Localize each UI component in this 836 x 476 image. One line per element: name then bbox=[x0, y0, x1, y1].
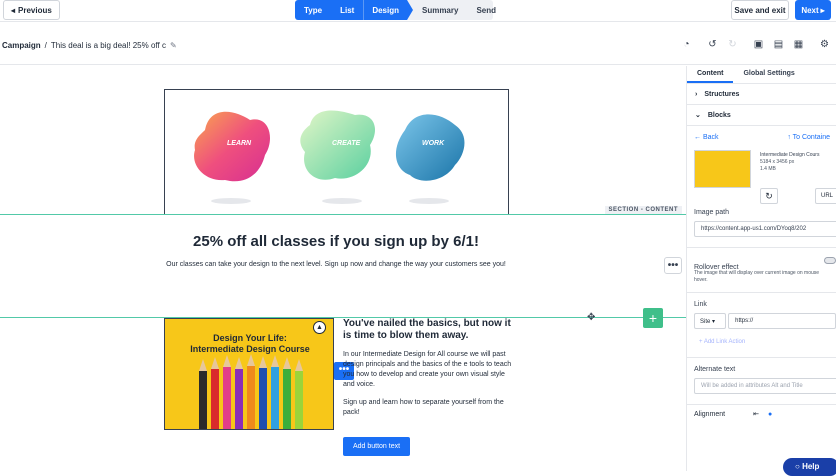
panel-nav-row: ← Back ↑ To Containe bbox=[687, 126, 836, 141]
link-row: Site ▾ https:// bbox=[694, 313, 836, 329]
blobs-illustration bbox=[194, 110, 465, 204]
rollover-toggle[interactable] bbox=[824, 257, 836, 264]
image-icon[interactable]: ▣ bbox=[753, 39, 764, 50]
image-thumbnail[interactable] bbox=[694, 150, 751, 188]
help-label: Help bbox=[802, 462, 820, 471]
blob-label-work: WORK bbox=[422, 140, 445, 147]
editor-tools: ◔ ↺ ↻ ▣ ▤ ▦ ⚙ bbox=[681, 39, 830, 50]
step-navigator: Type List Design Summary Send bbox=[295, 0, 496, 20]
rollover-row: Rollover effect bbox=[687, 248, 836, 271]
chevron-right-icon: ▸ bbox=[820, 5, 825, 15]
blobs-image[interactable]: LEARN CREATE WORK bbox=[164, 89, 509, 215]
pencils-illustration bbox=[199, 354, 303, 429]
blocks-accordion[interactable]: ⌄ Blocks bbox=[687, 105, 836, 126]
next-label: Next bbox=[801, 5, 819, 15]
alignment-row: Alignment ⇤ ● bbox=[687, 405, 836, 423]
save-template-icon[interactable]: ▦ bbox=[793, 39, 804, 50]
two-column-block: ▲ Design Your Life: Intermediate Design … bbox=[164, 318, 511, 468]
undo-icon[interactable]: ↺ bbox=[707, 39, 718, 50]
chevron-down-icon: ⌄ bbox=[695, 112, 701, 119]
replace-image-icon[interactable]: ↻ bbox=[760, 188, 778, 204]
blob-label-create: CREATE bbox=[332, 140, 361, 147]
campaign-link[interactable]: Campaign bbox=[2, 41, 41, 50]
tab-content[interactable]: Content bbox=[687, 66, 734, 83]
move-cursor-icon: ✥ bbox=[587, 312, 596, 323]
add-button-text-button[interactable]: Add button text bbox=[343, 437, 410, 456]
link-label: Link bbox=[694, 301, 707, 308]
section-body-text[interactable]: Our classes can take your design to the … bbox=[160, 260, 512, 270]
blocks-label: Blocks bbox=[707, 111, 731, 119]
alt-text-placeholder: Will be added in attributes Alt and Titl… bbox=[701, 383, 803, 389]
more-options-button[interactable]: ••• bbox=[664, 257, 682, 274]
next-button[interactable]: Next ▸ bbox=[795, 0, 831, 20]
tab-global-settings[interactable]: Global Settings bbox=[733, 66, 804, 83]
back-link[interactable]: ← Back bbox=[694, 134, 719, 141]
to-container-label: To Containe bbox=[792, 134, 830, 141]
redo-icon[interactable]: ↻ bbox=[727, 39, 738, 50]
step-send[interactable]: Send bbox=[467, 0, 505, 20]
image-file-dims: 5184 x 3456 px bbox=[760, 159, 795, 165]
to-container-link[interactable]: ↑ To Containe bbox=[787, 134, 830, 141]
image-file-name: Intermediate Design Cours bbox=[760, 152, 820, 158]
alt-text-input[interactable]: Will be added in attributes Alt and Titl… bbox=[694, 378, 836, 394]
speed-icon[interactable]: ◔ bbox=[681, 39, 692, 50]
content-section[interactable]: SECTION - CONTENT 25% off all classes if… bbox=[0, 206, 686, 318]
preview-icon[interactable]: ▤ bbox=[773, 39, 784, 50]
image-path-label: Image path bbox=[694, 209, 730, 216]
top-toolbar: ◂ Previous Type List Design Summary Send… bbox=[0, 0, 836, 22]
campaign-bar: Campaign / This deal is a big deal! 25% … bbox=[0, 29, 836, 65]
chevron-left-icon: ◂ bbox=[11, 5, 16, 15]
section-headline[interactable]: 25% off all classes if you sign up by 6/… bbox=[0, 233, 672, 250]
alt-text-label: Alternate text bbox=[694, 366, 736, 373]
panel-tabs: Content Global Settings bbox=[687, 66, 836, 84]
previous-button[interactable]: ◂ Previous bbox=[3, 0, 60, 20]
url-button[interactable]: URL bbox=[815, 188, 836, 204]
section-tag: SECTION - CONTENT bbox=[604, 206, 682, 214]
text-column-title: You've nailed the basics, but now it is … bbox=[343, 318, 511, 341]
image-path-input[interactable]: https://content.app-us1.com/DYoq8/202 bbox=[694, 221, 836, 237]
save-and-exit-button[interactable]: Save and exit bbox=[731, 0, 789, 20]
settings-panel: Content Global Settings › Structures ⌄ B… bbox=[686, 66, 836, 471]
structures-label: Structures bbox=[704, 90, 740, 98]
text-column-paragraph-1: In our Intermediate Design for All cours… bbox=[343, 351, 512, 388]
course-image[interactable]: ▲ Design Your Life: Intermediate Design … bbox=[164, 318, 334, 430]
help-button[interactable]: ○ Help bbox=[783, 458, 836, 476]
add-block-button[interactable]: + bbox=[643, 308, 663, 328]
rollover-label: Rollover effect bbox=[694, 264, 739, 271]
link-url-input[interactable]: https:// bbox=[728, 313, 836, 329]
breadcrumb: Campaign / This deal is a big deal! 25% … bbox=[2, 41, 177, 50]
link-type-select[interactable]: Site ▾ bbox=[694, 313, 727, 329]
link-type-value: Site bbox=[700, 319, 711, 325]
step-design[interactable]: Design bbox=[363, 0, 413, 20]
blob-label-learn: LEARN bbox=[227, 140, 252, 147]
chevron-right-icon: › bbox=[695, 90, 698, 98]
settings-gear-icon[interactable]: ⚙ bbox=[819, 39, 830, 50]
text-column-paragraph-2: Sign up and learn how to separate yourse… bbox=[343, 399, 504, 416]
breadcrumb-separator: / bbox=[44, 41, 47, 50]
step-summary[interactable]: Summary bbox=[413, 0, 467, 20]
help-icon: ○ bbox=[795, 462, 800, 471]
text-column[interactable]: You've nailed the basics, but now it is … bbox=[343, 318, 513, 418]
alignment-label: Alignment bbox=[694, 410, 726, 418]
back-label: Back bbox=[702, 134, 719, 141]
image-file-row: Intermediate Design Cours 5184 x 3456 px… bbox=[687, 141, 836, 209]
structures-accordion[interactable]: › Structures bbox=[687, 84, 836, 105]
email-canvas: LEARN CREATE WORK SECTION - CONTENT 25% … bbox=[0, 66, 686, 471]
step-type[interactable]: Type bbox=[295, 0, 332, 20]
align-center-icon[interactable]: ● bbox=[768, 411, 772, 418]
align-left-icon[interactable]: ⇤ bbox=[753, 410, 759, 418]
image-file-size: 1.4 MB bbox=[760, 166, 776, 172]
add-link-action-button[interactable]: + Add Link Action bbox=[687, 329, 836, 345]
previous-label: Previous bbox=[18, 5, 52, 15]
campaign-name: This deal is a big deal! 25% off c bbox=[50, 41, 166, 50]
image-file-info: Intermediate Design Cours 5184 x 3456 px… bbox=[760, 152, 819, 173]
step-list[interactable]: List bbox=[331, 0, 364, 20]
pencil-icon[interactable]: ✎ bbox=[170, 41, 177, 50]
